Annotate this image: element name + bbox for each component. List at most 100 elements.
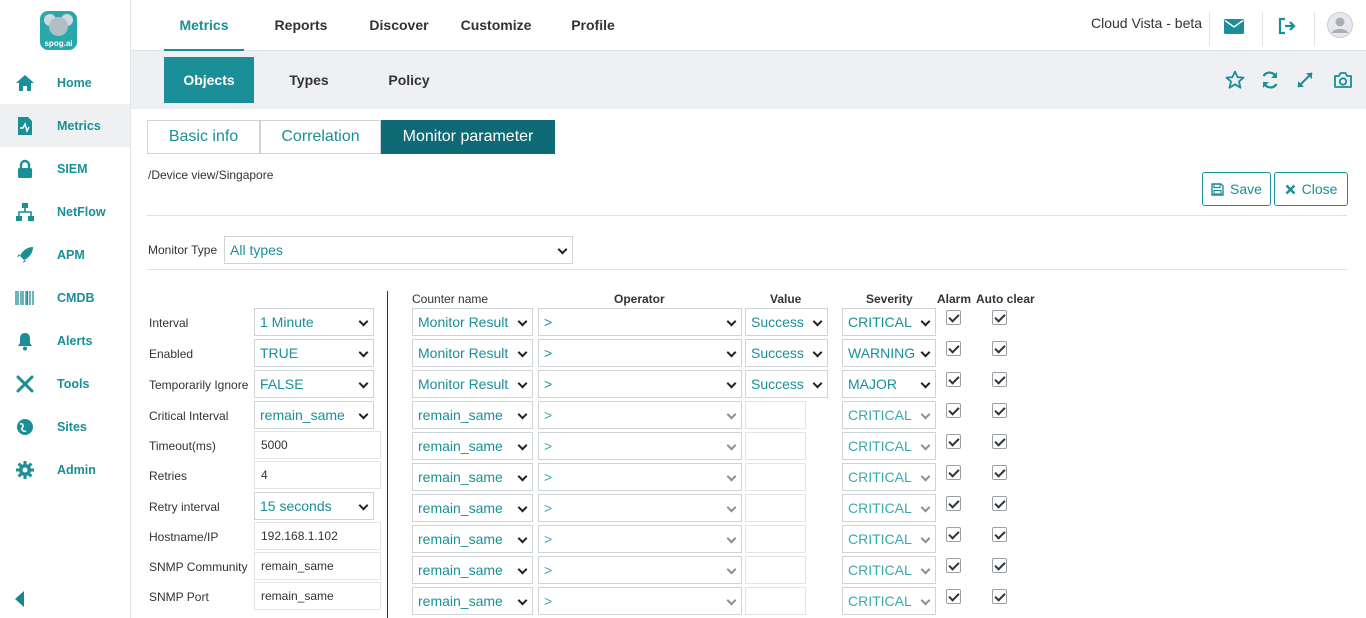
tab-types[interactable]: Types <box>264 57 354 103</box>
operator-select[interactable]: > <box>538 494 742 522</box>
avatar[interactable] <box>1327 12 1353 38</box>
operator-select[interactable]: > <box>538 525 742 553</box>
param-input[interactable]: 4 <box>254 461 381 489</box>
severity-select[interactable]: CRITICAL <box>842 308 936 336</box>
tab-policy[interactable]: Policy <box>364 57 454 103</box>
value-input[interactable] <box>745 463 806 491</box>
sidebar-item-siem[interactable]: SIEM <box>0 147 130 190</box>
auto-clear-checkbox[interactable] <box>992 403 1007 418</box>
tab-profile[interactable]: Profile <box>553 0 633 51</box>
value-select[interactable]: Success <box>745 370 828 398</box>
auto-clear-checkbox[interactable] <box>992 434 1007 449</box>
severity-select[interactable]: WARNING <box>842 339 936 367</box>
auto-clear-checkbox[interactable] <box>992 496 1007 511</box>
auto-clear-checkbox[interactable] <box>992 372 1007 387</box>
sidebar-item-home[interactable]: Home <box>0 61 130 104</box>
severity-select[interactable]: CRITICAL <box>842 525 936 553</box>
star-icon[interactable] <box>1224 69 1246 91</box>
param-select[interactable]: FALSE <box>254 370 374 398</box>
alarm-checkbox[interactable] <box>946 310 961 325</box>
operator-select[interactable]: > <box>538 370 742 398</box>
counter-select[interactable]: remain_same <box>412 556 533 584</box>
operator-select[interactable]: > <box>538 401 742 429</box>
tab-reports[interactable]: Reports <box>261 0 341 51</box>
param-select[interactable]: 15 seconds <box>254 492 374 520</box>
alarm-checkbox[interactable] <box>946 589 961 604</box>
param-select[interactable]: 1 Minute <box>254 308 374 336</box>
operator-select[interactable]: > <box>538 339 742 367</box>
alarm-checkbox[interactable] <box>946 372 961 387</box>
sidebar-item-metrics[interactable]: Metrics <box>0 104 130 147</box>
counter-select[interactable]: remain_same <box>412 401 533 429</box>
sidebar-item-tools[interactable]: Tools <box>0 362 130 405</box>
auto-clear-checkbox[interactable] <box>992 465 1007 480</box>
tab-monitor-parameter[interactable]: Monitor parameter <box>381 120 555 154</box>
alarm-checkbox[interactable] <box>946 527 961 542</box>
operator-select[interactable]: > <box>538 432 742 460</box>
sidebar-item-admin[interactable]: Admin <box>0 448 130 491</box>
alarm-checkbox[interactable] <box>946 496 961 511</box>
severity-select[interactable]: CRITICAL <box>842 587 936 615</box>
param-input[interactable]: remain_same <box>254 582 381 610</box>
counter-select[interactable]: remain_same <box>412 587 533 615</box>
alarm-checkbox[interactable] <box>946 341 961 356</box>
camera-icon[interactable] <box>1332 69 1354 91</box>
sidebar-item-sites[interactable]: Sites <box>0 405 130 448</box>
sidebar-item-alerts[interactable]: Alerts <box>0 319 130 362</box>
sidebar-item-apm[interactable]: APM <box>0 233 130 276</box>
tab-metrics[interactable]: Metrics <box>164 0 244 51</box>
tab-correlation[interactable]: Correlation <box>260 120 381 154</box>
tab-basic-info[interactable]: Basic info <box>147 120 260 154</box>
severity-select[interactable]: CRITICAL <box>842 494 936 522</box>
auto-clear-checkbox[interactable] <box>992 558 1007 573</box>
severity-select[interactable]: CRITICAL <box>842 556 936 584</box>
operator-select[interactable]: > <box>538 556 742 584</box>
param-select[interactable]: remain_same <box>254 401 374 429</box>
refresh-icon[interactable] <box>1259 69 1281 91</box>
param-input[interactable]: 5000 <box>254 431 381 459</box>
severity-select[interactable]: CRITICAL <box>842 401 936 429</box>
logout-icon[interactable] <box>1275 14 1299 38</box>
save-button[interactable]: Save <box>1202 172 1271 206</box>
counter-select[interactable]: remain_same <box>412 525 533 553</box>
severity-select[interactable]: CRITICAL <box>842 463 936 491</box>
counter-select[interactable]: Monitor Result <box>412 339 533 367</box>
operator-select[interactable]: > <box>538 587 742 615</box>
tab-discover[interactable]: Discover <box>359 0 439 51</box>
value-input[interactable] <box>745 401 806 429</box>
severity-select[interactable]: CRITICAL <box>842 432 936 460</box>
param-select[interactable]: TRUE <box>254 339 374 367</box>
operator-select[interactable]: > <box>538 463 742 491</box>
auto-clear-checkbox[interactable] <box>992 527 1007 542</box>
expand-icon[interactable] <box>1294 69 1316 91</box>
alarm-checkbox[interactable] <box>946 434 961 449</box>
close-button[interactable]: Close <box>1274 172 1348 206</box>
auto-clear-checkbox[interactable] <box>992 589 1007 604</box>
mail-icon[interactable] <box>1222 14 1246 38</box>
auto-clear-checkbox[interactable] <box>992 310 1007 325</box>
counter-select[interactable]: Monitor Result <box>412 308 533 336</box>
value-input[interactable] <box>745 556 806 584</box>
operator-select[interactable]: > <box>538 308 742 336</box>
spog-logo[interactable]: spog.ai <box>40 11 77 50</box>
tab-objects[interactable]: Objects <box>164 57 254 103</box>
value-input[interactable] <box>745 494 806 522</box>
monitor-type-select[interactable]: All types <box>224 236 573 264</box>
sidebar-item-netflow[interactable]: NetFlow <box>0 190 130 233</box>
alarm-checkbox[interactable] <box>946 403 961 418</box>
value-input[interactable] <box>745 432 806 460</box>
counter-select[interactable]: remain_same <box>412 463 533 491</box>
counter-select[interactable]: remain_same <box>412 494 533 522</box>
value-input[interactable] <box>745 587 806 615</box>
value-select[interactable]: Success <box>745 308 828 336</box>
collapse-sidebar-icon[interactable] <box>15 591 24 607</box>
counter-select[interactable]: remain_same <box>412 432 533 460</box>
severity-select[interactable]: MAJOR <box>842 370 936 398</box>
tab-customize[interactable]: Customize <box>456 0 536 51</box>
param-input[interactable]: remain_same <box>254 552 381 580</box>
param-input[interactable]: 192.168.1.102 <box>254 522 381 550</box>
value-input[interactable] <box>745 525 806 553</box>
alarm-checkbox[interactable] <box>946 558 961 573</box>
auto-clear-checkbox[interactable] <box>992 341 1007 356</box>
counter-select[interactable]: Monitor Result <box>412 370 533 398</box>
